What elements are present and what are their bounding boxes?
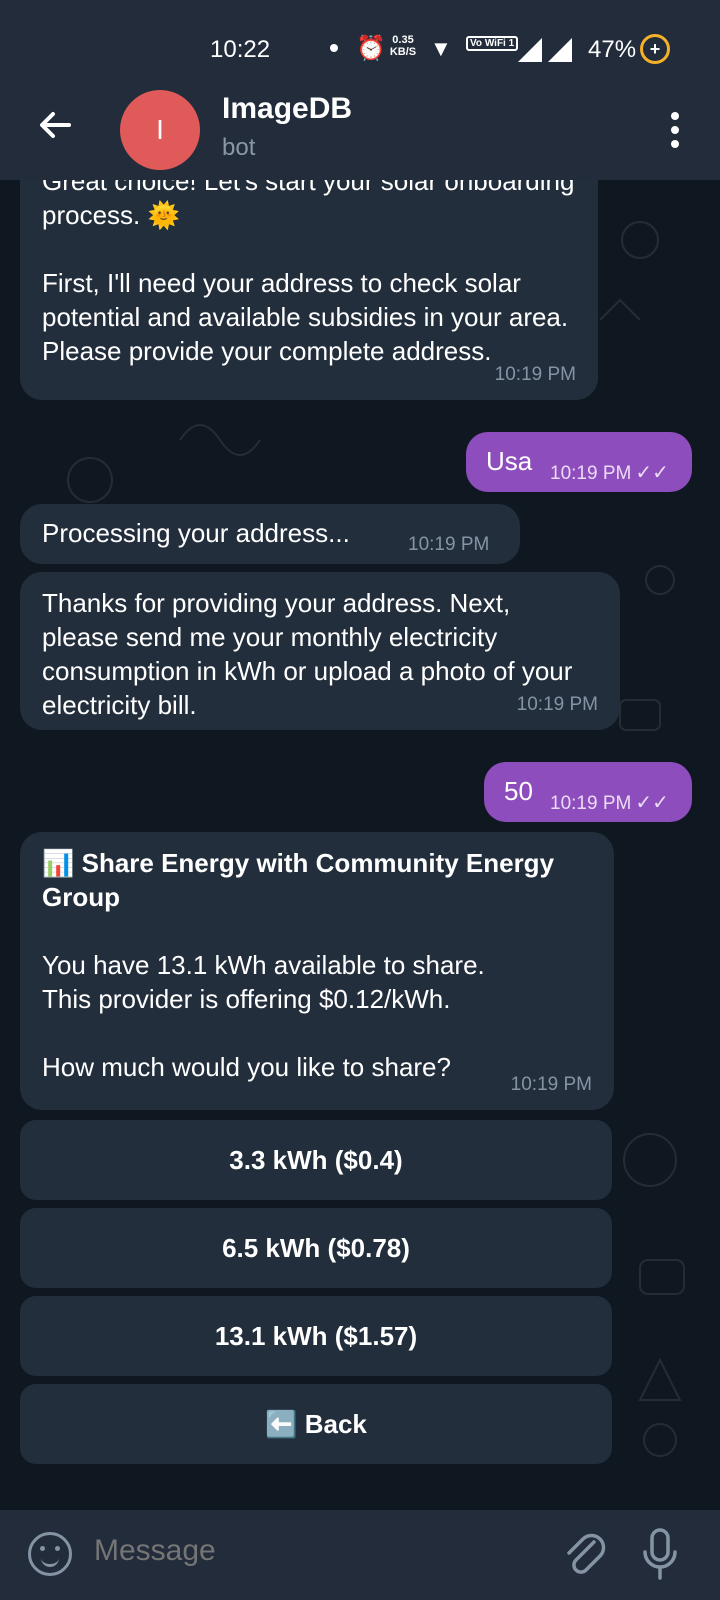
double-check-icon: ✓✓ [635,792,669,814]
message-input[interactable] [94,1534,514,1568]
message-text: Processing your address... [42,518,350,548]
message-meta: 10:19 PM ✓✓ [550,456,669,491]
vowifi-icon: Vo WiFi 1 [466,36,519,51]
message-text: Usa [486,446,533,476]
status-time: 10:22 [210,36,271,63]
battery-saver-icon: + [640,34,670,64]
message-outgoing[interactable]: Usa 10:19 PM ✓✓ [466,432,692,492]
arrow-left-icon [40,112,71,138]
share-option-button[interactable]: 13.1 kWh ($1.57) [20,1296,612,1376]
avatar[interactable]: I [120,90,200,170]
message-time: 10:19 PM [494,364,576,385]
back-button[interactable] [30,100,80,150]
alarm-icon: ⏰ [356,35,386,62]
microphone-button[interactable] [640,1526,680,1584]
message-text: Thanks for providing your address. Next,… [42,588,573,720]
message-time: 10:19 PM [550,793,632,814]
network-speed-value: 0.35 [392,34,414,46]
attach-button[interactable] [560,1528,610,1582]
share-option-button[interactable]: 6.5 kWh ($0.78) [20,1208,612,1288]
message-incoming[interactable]: Thanks for providing your address. Next,… [20,572,620,730]
chat-subtitle: bot [222,134,256,161]
message-incoming[interactable]: Processing your address... 10:19 PM [20,504,520,564]
message-input-bar [0,1510,720,1600]
message-incoming[interactable]: 📊 Share Energy with Community Energy Gro… [20,832,614,1110]
message-meta: 10:19 PM ✓✓ [550,786,669,821]
message-time: 10:19 PM [550,463,632,484]
message-heading: 📊 Share Energy with Community Energy Gro… [42,848,555,912]
message-time: 10:19 PM [510,1074,592,1095]
microphone-icon [643,1528,677,1580]
wifi-icon: ▼ [430,36,452,61]
double-check-icon: ✓✓ [635,462,669,484]
share-option-button[interactable]: 3.3 kWh ($0.4) [20,1120,612,1200]
chat-header: I ImageDB bot [0,80,720,180]
top-bar: 10:22 ⏰ 0.35 KB/S ▼ Vo WiFi 1 47% + I Im… [0,0,720,180]
notification-dot-icon [330,44,338,52]
chat-title[interactable]: ImageDB [222,92,352,126]
dot-icon [671,112,679,120]
paperclip-icon [567,1533,606,1574]
message-text: Great choice! Let's start your solar onb… [42,180,575,366]
message-text: You have 13.1 kWh available to share. Th… [42,950,485,1082]
dot-icon [671,126,679,134]
signal-icon [518,38,542,62]
message-incoming[interactable]: Great choice! Let's start your solar onb… [20,180,598,400]
status-bar: 10:22 ⏰ 0.35 KB/S ▼ Vo WiFi 1 47% + [0,28,720,68]
back-keyboard-button[interactable]: ⬅️ Back [20,1384,612,1464]
message-outgoing[interactable]: 50 10:19 PM ✓✓ [484,762,692,822]
signal-icon-2 [548,38,572,62]
chat-area[interactable]: Great choice! Let's start your solar onb… [0,180,720,1510]
network-speed: 0.35 KB/S [386,34,420,58]
network-speed-unit: KB/S [389,46,417,58]
message-time: 10:19 PM [408,534,490,555]
message-time: 10:19 PM [516,694,598,715]
emoji-icon[interactable] [28,1532,72,1576]
message-text: 50 [504,776,533,806]
dot-icon [671,140,679,148]
more-options-button[interactable] [655,98,695,158]
battery-level: 47% [588,36,637,63]
